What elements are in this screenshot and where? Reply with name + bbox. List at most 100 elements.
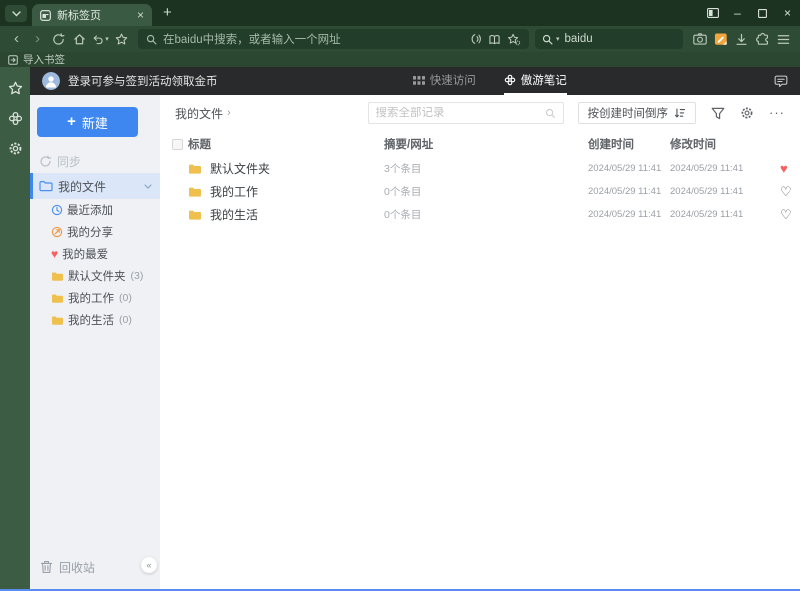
view-settings-gear-button[interactable]	[740, 106, 754, 120]
column-summary[interactable]: 摘要/网址	[384, 136, 588, 152]
row-modified: 2024/05/29 11:41	[670, 163, 744, 174]
sidebar-item-label: 我的工作	[68, 293, 114, 305]
favorite-toggle[interactable]: ♥	[780, 162, 791, 175]
sidebar-item-favorites[interactable]: ♥ 我的最爱	[30, 243, 160, 265]
row-title[interactable]: 我的生活	[210, 206, 258, 223]
recycle-bin-item[interactable]: 回收站	[30, 555, 95, 579]
table-row[interactable]: 我的生活 0个条目 2024/05/29 11:41 2024/05/29 11…	[160, 203, 800, 226]
breadcrumb-arrow: ›	[227, 107, 231, 119]
filter-funnel-button[interactable]	[711, 107, 725, 120]
browser-tab[interactable]: 新标签页 ×	[32, 4, 152, 26]
table-header: 标题 摘要/网址 创建时间 修改时间	[160, 131, 800, 157]
toolbar: ‹ › ▾ 在baidu中搜索，或者输入一个网址 ▾ baidu	[0, 26, 800, 52]
import-bookmarks-label[interactable]: 导入书签	[23, 52, 65, 67]
sidebar-item-shares[interactable]: 我的分享	[30, 221, 160, 243]
forward-button[interactable]: ›	[27, 29, 48, 50]
undo-dropdown-caret[interactable]: ▾	[105, 35, 109, 43]
row-summary: 3个条目	[384, 163, 422, 175]
refresh-button[interactable]	[48, 29, 69, 50]
minimize-button[interactable]: –	[725, 0, 750, 26]
select-all-checkbox[interactable]	[172, 138, 183, 150]
chevron-down-icon[interactable]	[144, 183, 152, 189]
read-aloud-icon[interactable]	[469, 33, 482, 45]
bookmark-gear-icon[interactable]	[507, 33, 521, 46]
column-modified[interactable]: 修改时间	[670, 136, 780, 152]
sidebar-item-label: 我的文件	[58, 179, 107, 194]
table-row[interactable]: 默认文件夹 3个条目 2024/05/29 11:41 2024/05/29 1…	[160, 157, 800, 180]
new-note-button[interactable]: + 新建	[37, 107, 138, 137]
sidebar-item-sync[interactable]: 同步	[30, 149, 160, 173]
row-title[interactable]: 我的工作	[210, 183, 258, 200]
tab-close-icon[interactable]: ×	[137, 8, 144, 22]
screenshot-camera-button[interactable]	[689, 29, 710, 50]
notes-header: 登录可参与签到活动领取金币 快速访问 傲游笔记	[30, 67, 800, 95]
notes-search-input[interactable]	[375, 107, 545, 119]
download-button[interactable]	[731, 29, 752, 50]
back-button[interactable]: ‹	[6, 29, 27, 50]
extensions-puzzle-button[interactable]	[752, 29, 773, 50]
breadcrumb[interactable]: 我的文件 ›	[175, 105, 231, 122]
reading-mode-icon[interactable]	[488, 34, 501, 45]
sidebar-item-life-folder[interactable]: 我的生活 (0)	[30, 309, 160, 331]
row-modified: 2024/05/29 11:41	[670, 186, 744, 197]
plus-icon: +	[67, 113, 76, 130]
avatar[interactable]	[42, 72, 60, 90]
notes-main: 我的文件 › 按创建时间倒序	[160, 95, 800, 589]
folder-icon	[51, 293, 64, 304]
note-collector-button[interactable]	[710, 29, 731, 50]
address-placeholder: 在baidu中搜索，或者输入一个网址	[163, 34, 341, 46]
more-options-button[interactable]: ···	[769, 106, 785, 119]
column-created[interactable]: 创建时间	[588, 136, 670, 152]
row-summary: 0个条目	[384, 186, 422, 198]
favorite-toggle[interactable]: ♡	[780, 185, 795, 198]
menu-button[interactable]	[773, 29, 794, 50]
address-bar[interactable]: 在baidu中搜索，或者输入一个网址	[138, 29, 529, 49]
close-window-button[interactable]: ×	[775, 0, 800, 26]
page-tabs: 快速访问 傲游笔记	[412, 67, 567, 95]
sort-order-button[interactable]: 按创建时间倒序	[577, 102, 696, 124]
column-title[interactable]: 标题	[188, 136, 384, 152]
folder-icon	[51, 315, 64, 326]
favorites-star-icon[interactable]	[7, 80, 23, 96]
row-created: 2024/05/29 11:41	[588, 186, 662, 197]
table-row[interactable]: 我的工作 0个条目 2024/05/29 11:41 2024/05/29 11…	[160, 180, 800, 203]
row-created: 2024/05/29 11:41	[588, 163, 662, 174]
undo-button[interactable]: ▾	[90, 29, 111, 50]
folder-icon	[51, 271, 64, 282]
sidebar-item-work-folder[interactable]: 我的工作 (0)	[30, 287, 160, 309]
sidebar-item-default-folder[interactable]: 默认文件夹 (3)	[30, 265, 160, 287]
tab-quick-access-label: 快速访问	[429, 75, 476, 87]
folder-blue-icon	[39, 180, 53, 192]
feedback-bubble-icon[interactable]	[774, 75, 788, 88]
recycle-bin-label: 回收站	[59, 560, 96, 575]
window-controls: – ×	[700, 0, 800, 26]
home-button[interactable]	[69, 29, 90, 50]
favorite-toggle[interactable]: ♡	[780, 208, 795, 221]
side-panel-button[interactable]	[700, 0, 725, 26]
import-bookmarks-icon	[8, 54, 18, 65]
new-tab-button[interactable]: +	[163, 3, 172, 23]
login-banner[interactable]: 登录可参与签到活动领取金币	[68, 73, 218, 89]
tab-list-button[interactable]	[5, 5, 27, 22]
quick-search-box[interactable]: ▾ baidu	[535, 29, 683, 49]
search-engine-caret[interactable]: ▾	[556, 35, 560, 43]
tab-quick-access[interactable]: 快速访问	[412, 67, 476, 95]
sync-icon	[39, 155, 52, 168]
row-title[interactable]: 默认文件夹	[210, 160, 270, 177]
sidebar-item-label: 我的生活	[68, 315, 114, 327]
sidebar-item-my-files[interactable]: 我的文件	[30, 173, 160, 199]
tab-maxnote[interactable]: 傲游笔记	[503, 67, 567, 95]
maxnote-clover-icon[interactable]	[7, 110, 23, 126]
collapse-sidebar-button[interactable]: «	[141, 557, 157, 573]
favorite-star-button[interactable]	[111, 29, 132, 50]
notes-search-box[interactable]	[367, 102, 564, 124]
row-modified: 2024/05/29 11:41	[670, 209, 744, 220]
settings-gear-icon[interactable]	[7, 140, 23, 156]
grid-icon	[412, 75, 425, 85]
search-engine-name: baidu	[564, 33, 593, 45]
folder-icon	[188, 209, 202, 221]
new-note-label: 新建	[81, 115, 108, 131]
chevron-down-icon	[11, 10, 21, 17]
maximize-button[interactable]	[750, 0, 775, 26]
sidebar-item-recent[interactable]: 最近添加	[30, 199, 160, 221]
